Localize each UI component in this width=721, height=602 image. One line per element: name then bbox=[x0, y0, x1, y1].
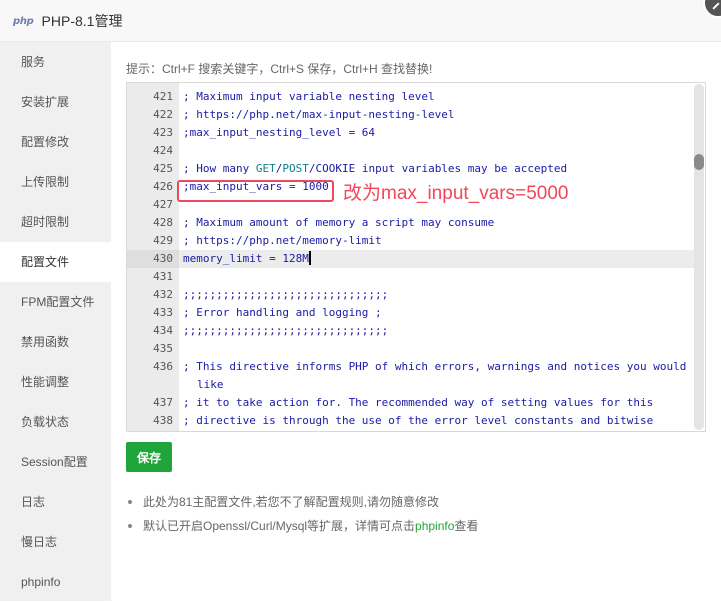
code-line[interactable]: 438 ; directive is through the use of the… bbox=[127, 412, 695, 430]
sidebar-item-session-config[interactable]: Session配置 bbox=[0, 442, 111, 482]
comment-text: ; How many bbox=[183, 162, 256, 175]
scrollbar-thumb[interactable] bbox=[694, 154, 704, 170]
line-number: 432 bbox=[153, 288, 173, 301]
code-editor[interactable]: 420 421; Maximum input variable nesting … bbox=[126, 82, 706, 432]
line-text: ;;;;;;;;;;;;;;;;;;;;;;;;;;;;;;; bbox=[183, 288, 389, 301]
line-number: 435 bbox=[153, 342, 173, 355]
code-line-active[interactable]: 430 memory_limit = 128M bbox=[127, 250, 695, 268]
code-line[interactable]: 425 ; How many GET/POST/COOKIE input vari… bbox=[127, 160, 695, 178]
notes-list: 此处为81主配置文件,若您不了解配置规则,请勿随意修改 默认已开启Openssl… bbox=[126, 490, 478, 538]
line-text-wrapped: ; This directive informs PHP of which er… bbox=[179, 358, 689, 394]
code-line[interactable]: 437 ; it to take action for. The recommen… bbox=[127, 394, 695, 412]
comment-text: /COOKIE input variables may be accepted bbox=[308, 162, 568, 175]
line-text: ;;;;;;;;;;;;;;;;;;;;;;;;;;;;;;; bbox=[183, 324, 389, 337]
sidebar-item-performance-tuning[interactable]: 性能调整 bbox=[0, 362, 111, 402]
sidebar: 服务 安装扩展 配置修改 上传限制 超时限制 配置文件 FPM配置文件 禁用函数… bbox=[0, 42, 111, 601]
save-button[interactable]: 保存 bbox=[126, 442, 172, 472]
code-line[interactable]: 429 ; https://php.net/memory-limit bbox=[127, 232, 695, 250]
sidebar-item-upload-limit[interactable]: 上传限制 bbox=[0, 162, 111, 202]
line-number: 434 bbox=[153, 324, 173, 337]
line-number: 422 bbox=[153, 108, 173, 121]
code-line[interactable]: 434;;;;;;;;;;;;;;;;;;;;;;;;;;;;;;; bbox=[127, 322, 695, 340]
sidebar-item-config-file[interactable]: 配置文件 bbox=[0, 242, 111, 282]
line-number: 438 bbox=[153, 414, 173, 427]
php-manager-window: php PHP-8.1管理 服务 安装扩展 配置修改 上传限制 超时限制 配置文… bbox=[0, 0, 721, 601]
sidebar-item-timeout-limit[interactable]: 超时限制 bbox=[0, 202, 111, 242]
line-number: 433 bbox=[153, 306, 173, 319]
line-text: ; How many GET/POST/COOKIE input variabl… bbox=[179, 160, 689, 178]
annotation-text: 改为max_input_vars=5000 bbox=[343, 183, 569, 204]
sidebar-item-phpinfo[interactable]: phpinfo bbox=[0, 562, 111, 602]
code-line[interactable]: 428 ; Maximum amount of memory a script m… bbox=[127, 214, 695, 232]
keyword-post: POST bbox=[282, 162, 309, 175]
sidebar-item-service[interactable]: 服务 bbox=[0, 42, 111, 82]
line-text bbox=[179, 142, 689, 160]
line-number: 421 bbox=[153, 90, 173, 103]
code-line[interactable]: 433 ; Error handling and logging ; bbox=[127, 304, 695, 322]
line-number: 430 bbox=[127, 250, 179, 268]
close-icon[interactable] bbox=[703, 0, 721, 18]
code-line[interactable]: 422 ; https://php.net/max-input-nesting-l… bbox=[127, 106, 695, 124]
phpinfo-link[interactable]: phpinfo bbox=[415, 519, 454, 533]
line-text-with-cursor: memory_limit = 128M bbox=[179, 250, 689, 268]
editor-scrollbar[interactable] bbox=[694, 84, 704, 430]
line-text: memory_limit = 128M bbox=[183, 252, 309, 265]
line-number: 429 bbox=[153, 234, 173, 247]
code-line[interactable]: 421 ; Maximum input variable nesting leve… bbox=[127, 88, 695, 106]
line-text: ; Maximum amount of memory a script may … bbox=[183, 216, 495, 229]
note-text: 默认已开启Openssl/Curl/Mysql等扩展，详情可点击 bbox=[143, 519, 416, 533]
code-line[interactable]: 436 ; This directive informs PHP of which… bbox=[127, 358, 695, 394]
line-text: ;max_input_nesting_level = 64 bbox=[183, 126, 376, 139]
window-title: PHP-8.1管理 bbox=[41, 12, 123, 29]
line-number: 426 bbox=[153, 180, 173, 193]
sidebar-item-log[interactable]: 日志 bbox=[0, 482, 111, 522]
line-number: 428 bbox=[153, 216, 173, 229]
code-line[interactable]: 424 bbox=[127, 142, 695, 160]
keyword-get: GET bbox=[255, 162, 276, 175]
line-text: ; https://php.net/max-input-nesting-leve… bbox=[183, 108, 455, 121]
note-item: 默认已开启Openssl/Curl/Mysql等扩展，详情可点击phpinfo查… bbox=[126, 514, 478, 538]
annotation-highlight-box bbox=[177, 180, 334, 202]
wrapped-text: like bbox=[197, 378, 224, 391]
sidebar-item-config-modify[interactable]: 配置修改 bbox=[0, 122, 111, 162]
line-number: 427 bbox=[153, 198, 173, 211]
sidebar-item-install-extensions[interactable]: 安装扩展 bbox=[0, 82, 111, 122]
sidebar-item-disabled-functions[interactable]: 禁用函数 bbox=[0, 322, 111, 362]
code-line[interactable]: 423 ;max_input_nesting_level = 64 bbox=[127, 124, 695, 142]
php-logo-icon: php bbox=[13, 15, 34, 27]
line-number: 436 bbox=[153, 360, 173, 373]
line-text: ; https://php.net/memory-limit bbox=[183, 234, 382, 247]
main-panel: 提示：Ctrl+F 搜索关键字，Ctrl+S 保存，Ctrl+H 查找替换! 4… bbox=[111, 42, 721, 601]
line-number: 425 bbox=[153, 162, 173, 175]
code-line[interactable]: 435 bbox=[127, 340, 695, 358]
sidebar-item-slow-log[interactable]: 慢日志 bbox=[0, 522, 111, 562]
line-text: ; Maximum input variable nesting level bbox=[183, 90, 435, 103]
line-text bbox=[179, 340, 689, 358]
line-text bbox=[179, 268, 689, 286]
line-text: ; This directive informs PHP of which er… bbox=[183, 360, 687, 373]
title-bar: php PHP-8.1管理 bbox=[0, 0, 721, 42]
line-text: ; it to take action for. The recommended… bbox=[183, 396, 654, 409]
line-number: 431 bbox=[153, 270, 173, 283]
shortcut-tip: 提示：Ctrl+F 搜索关键字，Ctrl+S 保存，Ctrl+H 查找替换! bbox=[126, 62, 433, 76]
sidebar-item-load-status[interactable]: 负载状态 bbox=[0, 402, 111, 442]
code-lines: 420 421; Maximum input variable nesting … bbox=[127, 83, 695, 430]
line-number: 423 bbox=[153, 126, 173, 139]
line-number: 424 bbox=[153, 144, 173, 157]
line-number: 437 bbox=[153, 396, 173, 409]
sidebar-item-fpm-config-file[interactable]: FPM配置文件 bbox=[0, 282, 111, 322]
line-text: ; Error handling and logging ; bbox=[183, 306, 382, 319]
line-text: ; directive is through the use of the er… bbox=[183, 414, 654, 427]
note-item: 此处为81主配置文件,若您不了解配置规则,请勿随意修改 bbox=[126, 490, 478, 514]
code-line[interactable]: 432;;;;;;;;;;;;;;;;;;;;;;;;;;;;;;; bbox=[127, 286, 695, 304]
note-text: 查看 bbox=[454, 519, 479, 533]
code-line[interactable]: 431 bbox=[127, 268, 695, 286]
text-cursor bbox=[308, 251, 311, 265]
